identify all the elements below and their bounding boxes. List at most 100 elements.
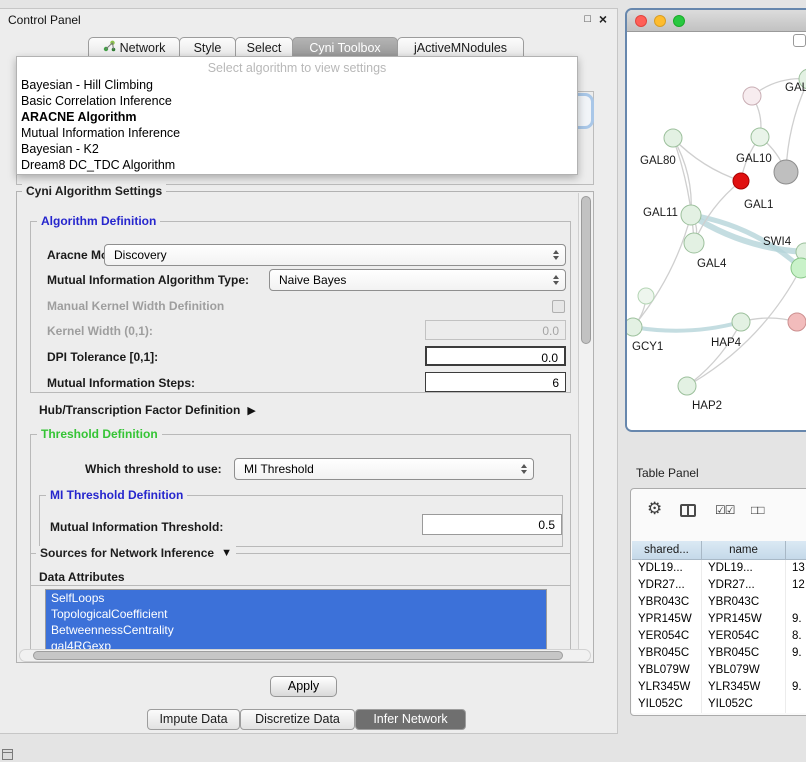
table-row[interactable]: YDR27...YDR27...12 xyxy=(632,577,806,594)
aracne-mode-combo[interactable]: Discovery xyxy=(104,244,566,266)
vertical-scrollbar[interactable] xyxy=(578,193,593,661)
table-cell xyxy=(786,696,806,713)
table-cell: YBR045C xyxy=(702,645,786,662)
algorithm-option[interactable]: Dream8 DC_TDC Algorithm xyxy=(17,157,577,173)
sources-group: Sources for Network Inference ▼ Data Att… xyxy=(30,553,571,652)
table-cell: YBR045C xyxy=(632,645,702,662)
network-node[interactable] xyxy=(681,205,701,225)
sources-toggle[interactable]: Sources for Network Inference ▼ xyxy=(36,546,236,560)
mac-close-button[interactable] xyxy=(635,15,647,27)
hub-definition-toggle[interactable]: Hub/Transcription Factor Definition ▶ xyxy=(39,402,256,418)
column-header-shared[interactable]: shared... xyxy=(632,541,702,560)
settings-gear-icon[interactable]: ⚙ xyxy=(647,499,662,519)
column-header-extra[interactable] xyxy=(786,541,806,560)
which-threshold-combo[interactable]: MI Threshold xyxy=(234,458,534,480)
network-node[interactable] xyxy=(743,87,761,105)
table-cell: 9. xyxy=(786,679,806,696)
network-node[interactable] xyxy=(638,288,654,304)
group-title: Algorithm Definition xyxy=(37,214,160,228)
which-threshold-label: Which threshold to use: xyxy=(85,462,222,476)
table-row[interactable]: YPR145WYPR145W9. xyxy=(632,611,806,628)
node-label: HAP2 xyxy=(692,400,722,412)
table-row[interactable]: YIL052CYIL052C xyxy=(632,696,806,713)
network-window-titlebar xyxy=(627,10,806,32)
table-row[interactable]: YBL079WYBL079W xyxy=(632,662,806,679)
data-attribute-item[interactable]: BetweennessCentrality xyxy=(46,622,546,638)
stepper-icon xyxy=(553,275,559,285)
algorithm-option[interactable]: Bayesian - Hill Climbing xyxy=(17,77,577,93)
network-view-window: GAL80GALGAL10GAL1GAL11SWI4GAL4GCY1HAP4HA… xyxy=(625,8,806,432)
network-node[interactable] xyxy=(751,128,769,146)
network-node[interactable] xyxy=(627,318,642,336)
combo-value: MI Threshold xyxy=(244,462,314,476)
algorithm-option[interactable]: Basic Correlation Inference xyxy=(17,93,577,109)
horizontal-scrollbar[interactable] xyxy=(19,649,591,662)
network-node[interactable] xyxy=(788,313,806,331)
network-node[interactable] xyxy=(684,233,704,253)
table-cell: YBL079W xyxy=(702,662,786,679)
network-edge[interactable] xyxy=(633,215,691,327)
node-label: GAL80 xyxy=(640,155,676,167)
network-node[interactable] xyxy=(664,129,682,147)
data-attribute-item[interactable]: TopologicalCoefficient xyxy=(46,606,546,622)
mi-steps-field[interactable]: 6 xyxy=(425,372,566,392)
hub-definition-label: Hub/Transcription Factor Definition xyxy=(39,403,240,417)
tab-impute-data[interactable]: Impute Data xyxy=(147,709,240,730)
node-label: GAL11 xyxy=(643,207,678,219)
table-cell: YDR27... xyxy=(702,577,786,594)
data-attribute-item[interactable]: SelfLoops xyxy=(46,590,546,606)
network-node[interactable] xyxy=(774,160,798,184)
table-cell: YBL079W xyxy=(632,662,702,679)
table-body: YDL19...YDL19...13YDR27...YDR27...12YBR0… xyxy=(632,560,806,713)
algorithm-dropdown-popup: Select algorithm to view settings Bayesi… xyxy=(16,56,578,175)
network-node[interactable] xyxy=(791,258,806,278)
table-cell: YDL19... xyxy=(632,560,702,577)
tab-discretize-data[interactable]: Discretize Data xyxy=(240,709,355,730)
mi-threshold-label: Mutual Information Threshold: xyxy=(50,520,223,534)
select-all-icon[interactable]: ☑☑ xyxy=(715,503,735,517)
column-layout-icon[interactable] xyxy=(680,504,696,517)
algorithm-option[interactable]: Mutual Information Inference xyxy=(17,125,577,141)
network-canvas[interactable]: GAL80GALGAL10GAL1GAL11SWI4GAL4GCY1HAP4HA… xyxy=(627,32,806,430)
scrollbar-thumb[interactable] xyxy=(33,651,563,660)
table-row[interactable]: YLR345WYLR345W9. xyxy=(632,679,806,696)
dpi-tolerance-field[interactable]: 0.0 xyxy=(425,346,566,366)
network-edge[interactable] xyxy=(633,322,741,331)
mi-threshold-field[interactable]: 0.5 xyxy=(422,514,562,535)
resize-grip-icon[interactable] xyxy=(2,749,13,760)
table-cell: 12 xyxy=(786,577,806,594)
mac-minimize-button[interactable] xyxy=(654,15,666,27)
table-cell: YIL052C xyxy=(702,696,786,713)
network-node[interactable] xyxy=(733,173,749,189)
table-row[interactable]: YBR045CYBR045C9. xyxy=(632,645,806,662)
table-row[interactable]: YER054CYER054C8. xyxy=(632,628,806,645)
table-row[interactable]: YBR043CYBR043C xyxy=(632,594,806,611)
kernel-width-field: 0.0 xyxy=(425,320,566,340)
column-header-name[interactable]: name xyxy=(702,541,786,560)
algorithm-option[interactable]: Bayesian - K2 xyxy=(17,141,577,157)
group-title: Cyni Algorithm Settings xyxy=(22,184,166,198)
table-cell: YIL052C xyxy=(632,696,702,713)
birdseye-box[interactable] xyxy=(793,34,806,47)
scrollbar-thumb[interactable] xyxy=(581,196,591,344)
algorithm-option[interactable]: ARACNE Algorithm xyxy=(17,109,577,125)
apply-button[interactable]: Apply xyxy=(270,676,337,697)
table-panel: ⚙ ☑☑ □□ shared... name YDL19...YDL19...1… xyxy=(630,488,806,716)
table-cell: YER054C xyxy=(702,628,786,645)
deselect-all-icon[interactable]: □□ xyxy=(751,503,764,517)
control-panel-titlebar: Control Panel □ × xyxy=(0,9,617,31)
network-edge[interactable] xyxy=(673,138,691,215)
tab-label: Impute Data xyxy=(159,712,227,726)
manual-kernel-label: Manual Kernel Width Definition xyxy=(47,299,224,313)
network-node[interactable] xyxy=(732,313,750,331)
close-icon[interactable]: × xyxy=(599,11,607,27)
table-row[interactable]: YDL19...YDL19...13 xyxy=(632,560,806,577)
mi-algorithm-type-combo[interactable]: Naive Bayes xyxy=(269,269,566,291)
node-label: GCY1 xyxy=(632,341,663,353)
table-cell: YLR345W xyxy=(702,679,786,696)
tab-infer-network[interactable]: Infer Network xyxy=(355,709,466,730)
float-window-icon[interactable]: □ xyxy=(584,13,591,25)
mac-zoom-button[interactable] xyxy=(673,15,685,27)
network-canvas-area: GAL80GALGAL10GAL1GAL11SWI4GAL4GCY1HAP4HA… xyxy=(627,32,806,431)
network-node[interactable] xyxy=(678,377,696,395)
